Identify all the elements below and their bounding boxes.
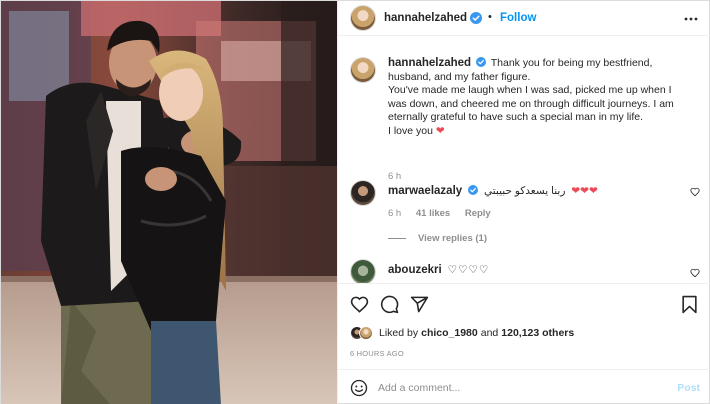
comment-row: marwaelazaly ربنا يسعدكو حبيبتي ❤❤❤ 6 h … [350,180,700,230]
comment-input[interactable] [378,380,648,396]
author-avatar[interactable] [350,5,376,31]
caption-username[interactable]: hannahelzahed [388,57,471,69]
comment-time[interactable]: 6 h [388,208,401,219]
comment-body: ربنا يسعدكو حبيبتي [484,185,566,197]
comment-meta: 6 h 41 likes Reply [388,208,491,219]
comment-text: marwaelazaly ربنا يسعدكو حبيبتي ❤❤❤ [388,185,598,197]
red-heart-emoji: ❤ [435,124,445,137]
white-hearts-emoji: ♡♡♡♡ [447,264,490,276]
liked-by-and: and [480,327,499,339]
liked-by-user[interactable]: chico_1980 [421,327,478,339]
follow-button[interactable]: Follow [500,12,536,24]
heart-icon[interactable] [350,295,369,314]
replies-divider [388,238,406,239]
add-comment-bar: Post [338,369,710,404]
liker-avatar[interactable] [359,326,373,340]
liked-by-prefix: Liked by [379,327,419,339]
reply-button[interactable]: Reply [465,208,491,219]
post-side-panel: hannahelzahed • Follow hannahelzahed Tha… [337,1,710,404]
comment-like-heart-icon[interactable] [690,268,700,278]
comments-list[interactable]: hannahelzahed Thank you for being my bes… [338,37,710,283]
action-bar [338,283,710,323]
red-hearts-emoji: ❤❤❤ [571,185,598,197]
more-horizontal-icon[interactable] [684,12,698,26]
post-timestamp[interactable]: 6 HOURS AGO [350,349,404,358]
commenter-username[interactable]: marwaelazaly [388,185,462,197]
smiley-icon[interactable] [350,379,368,397]
post-photo[interactable] [1,1,337,404]
caption-row: hannahelzahed Thank you for being my bes… [350,55,700,185]
comment-like-heart-icon[interactable] [690,187,700,197]
bookmark-icon[interactable] [680,295,699,314]
likes-count[interactable]: 120,123 others [501,327,574,339]
comment-likes-count[interactable]: 41 likes [416,208,450,219]
header-separator: • [488,11,492,23]
likes-summary: Liked by chico_1980 and 120,123 others [350,323,574,343]
post-comment-button[interactable]: Post [677,382,700,394]
commenter-avatar[interactable] [350,259,376,283]
author-username[interactable]: hannahelzahed [384,12,467,24]
comment-row: abouzekri ♡♡♡♡ [350,259,700,283]
paper-plane-icon[interactable] [410,295,429,314]
verified-badge-icon [470,12,482,24]
verified-badge-icon [476,57,486,67]
caption-avatar[interactable] [350,57,376,83]
instagram-post: hannahelzahed • Follow hannahelzahed Tha… [0,0,710,404]
view-replies-label: View replies (1) [418,233,487,244]
couple-photo-image [1,1,337,404]
post-header: hannahelzahed • Follow [338,1,710,36]
comment-text: abouzekri ♡♡♡♡ [388,264,489,276]
verified-badge-icon [468,185,479,195]
comment-bubble-icon[interactable] [380,295,399,314]
commenter-avatar[interactable] [350,180,376,206]
commenter-username[interactable]: abouzekri [388,264,442,276]
view-replies-button[interactable]: View replies (1) [388,233,487,244]
caption-text: hannahelzahed Thank you for being my bes… [388,57,688,139]
